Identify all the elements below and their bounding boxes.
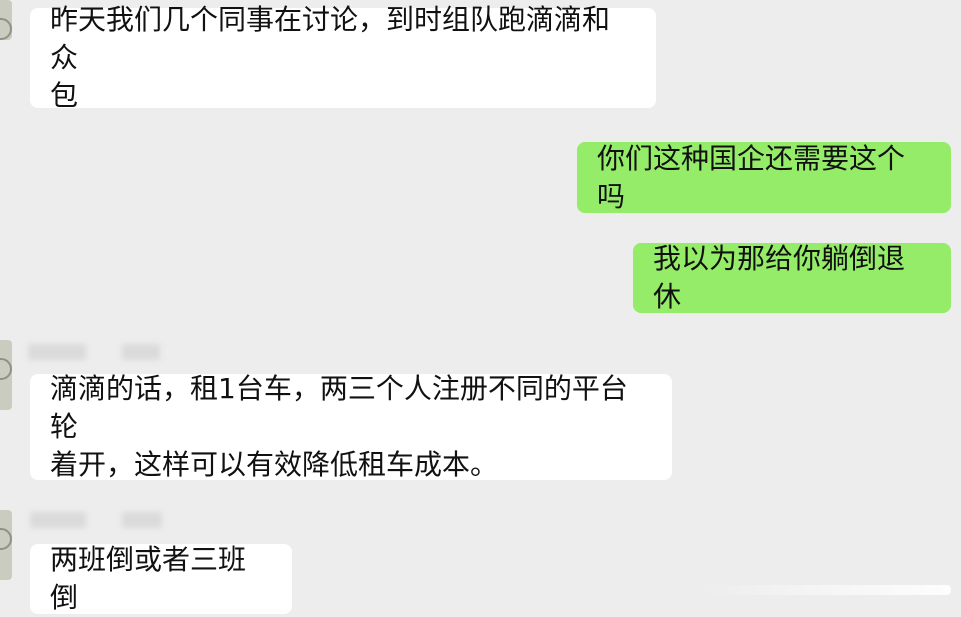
outgoing-message-bubble[interactable]: 我以为那给你躺倒退休	[633, 242, 951, 313]
outgoing-message-bubble[interactable]: 你们这种国企还需要这个吗	[577, 142, 951, 213]
incoming-message-bubble[interactable]: 两班倒或者三班倒	[30, 543, 292, 614]
incoming-message-bubble[interactable]: 滴滴的话，租1台车，两三个人注册不同的平台轮 着开，这样可以有效降低租车成本。	[30, 372, 672, 481]
sender-name-blurred	[122, 512, 162, 528]
sender-avatar[interactable]	[0, 340, 12, 410]
sender-name-blurred	[122, 344, 160, 360]
watermark-strip	[703, 585, 951, 595]
sender-avatar[interactable]	[0, 510, 12, 580]
incoming-message-bubble[interactable]: 昨天我们几个同事在讨论，到时组队跑滴滴和众 包	[30, 3, 656, 112]
sender-name-blurred	[28, 344, 86, 360]
sender-name-blurred	[30, 512, 86, 528]
sender-avatar[interactable]	[0, 0, 12, 40]
